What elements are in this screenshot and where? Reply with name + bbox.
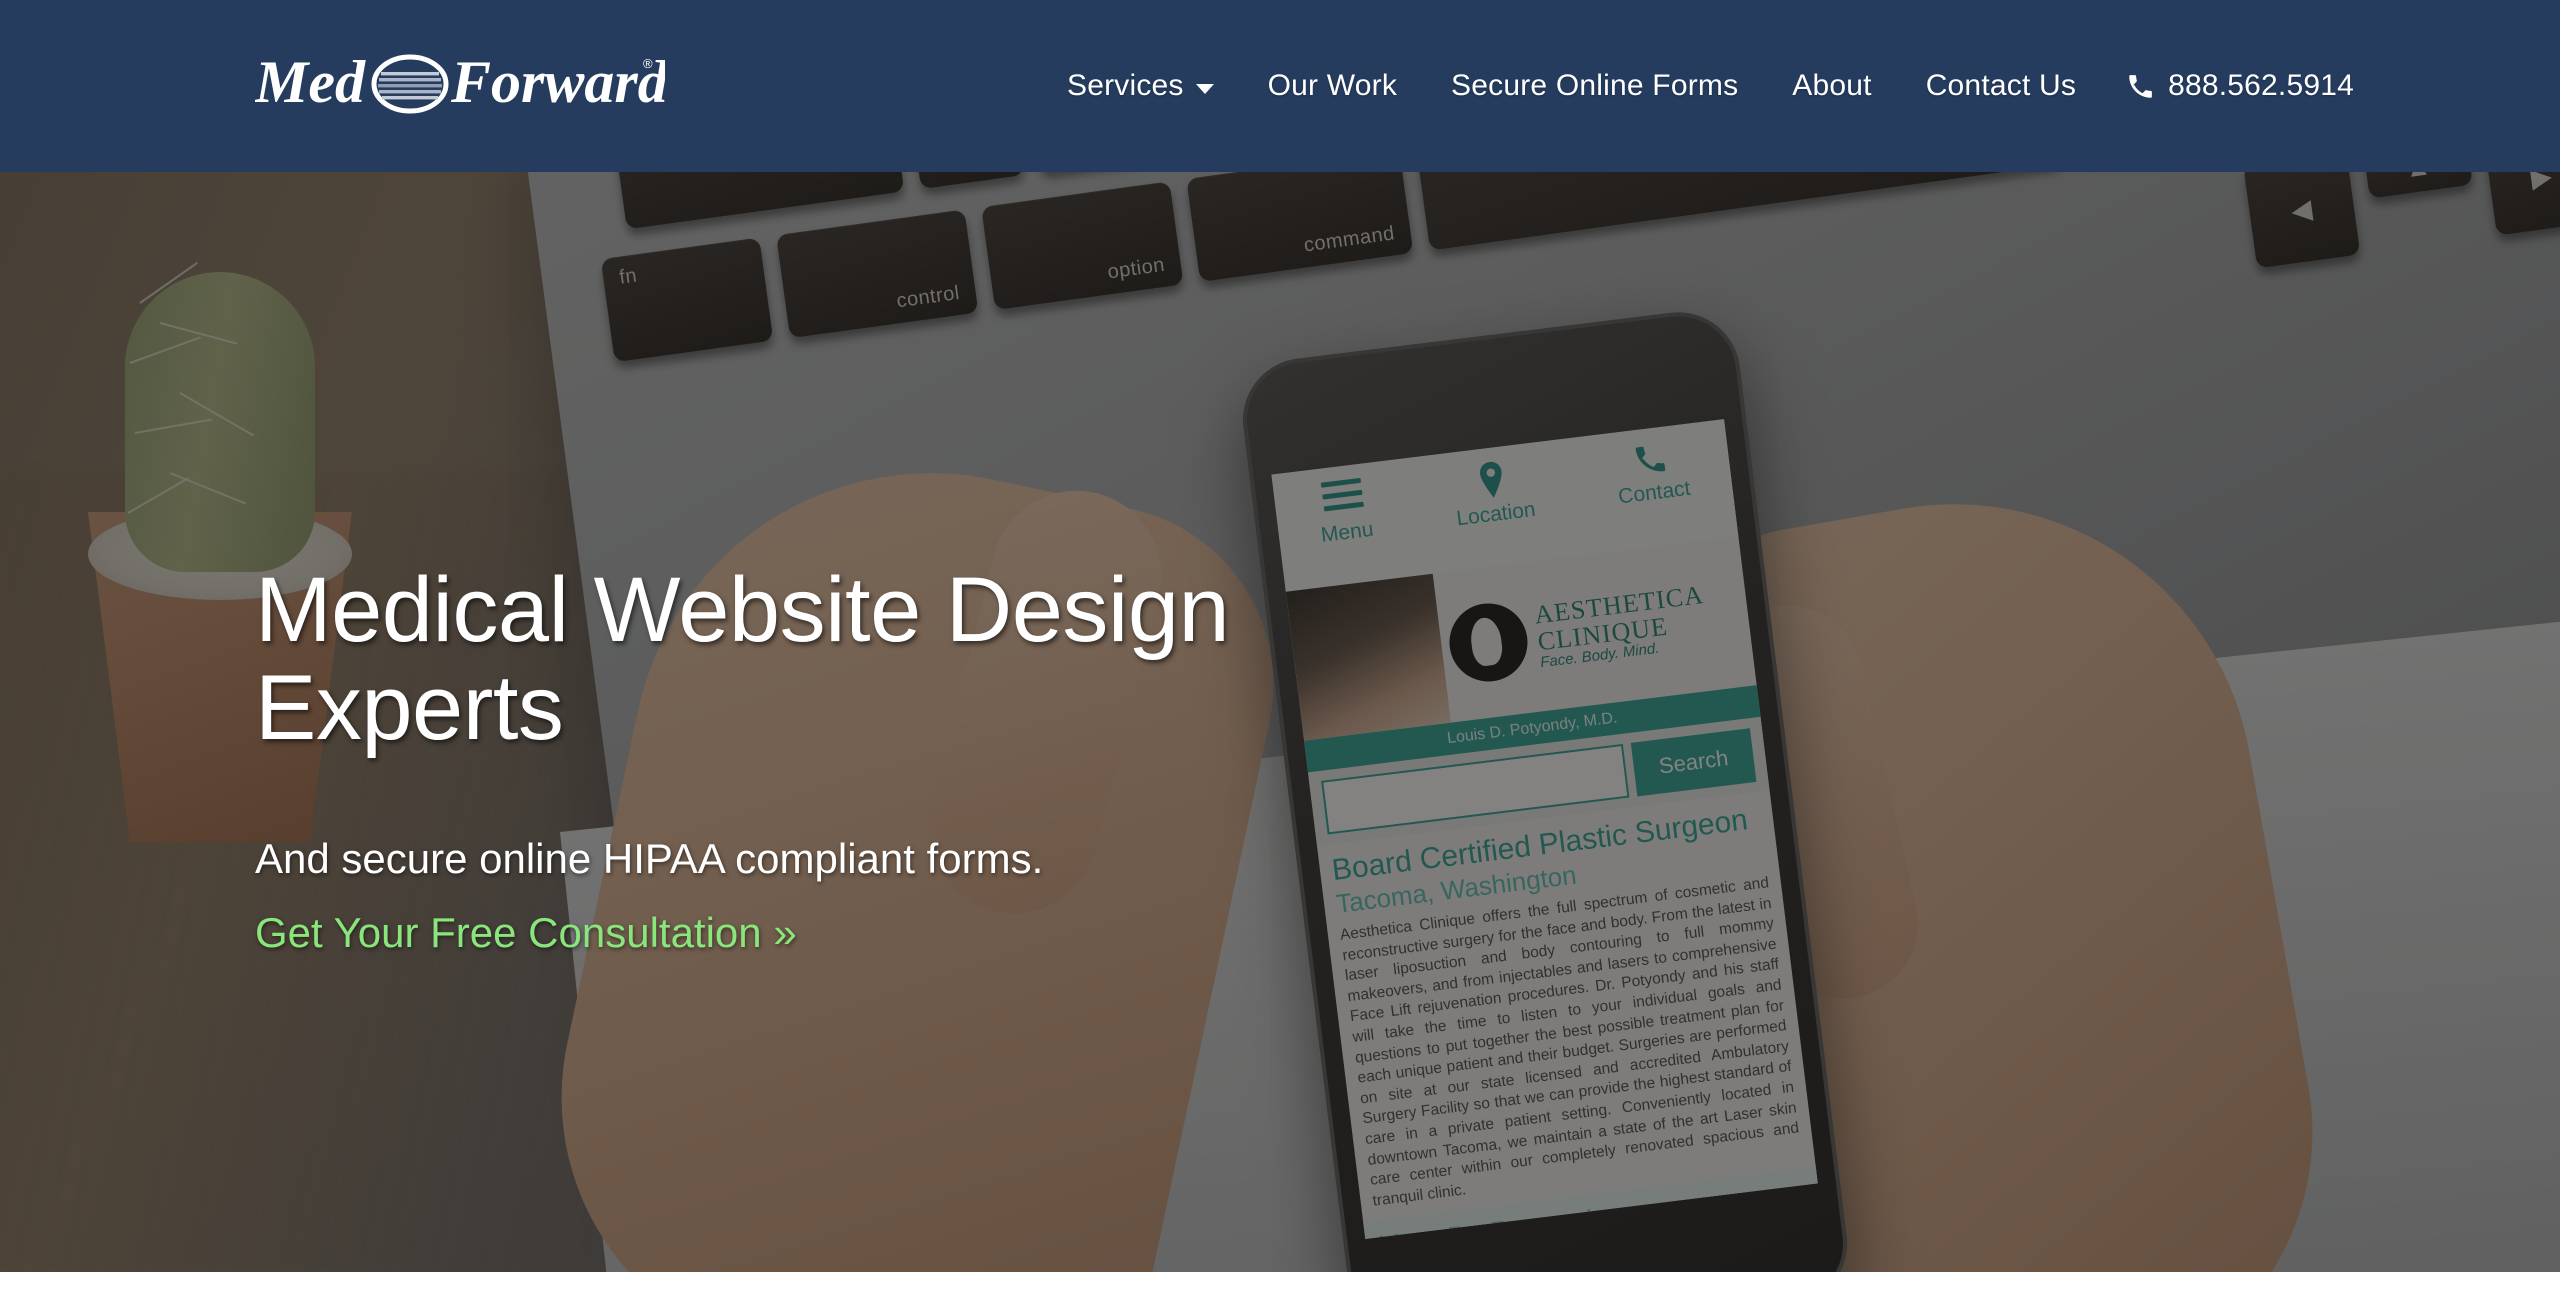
nav-item-contact-us[interactable]: Contact Us [1899, 69, 2103, 103]
nav-item-services[interactable]: Services [1040, 69, 1241, 103]
below-fold-area [0, 1272, 2560, 1305]
hero-section: shift Z X C V B N M <, >. ?/ shift fn co… [0, 172, 2560, 1272]
hero-copy: Medical Website Design Experts And secur… [255, 559, 1455, 957]
nav-item-secure-online-forms[interactable]: Secure Online Forms [1424, 69, 1765, 103]
nav-item-our-work[interactable]: Our Work [1241, 69, 1424, 103]
phone-number-label: 888.562.5914 [2168, 69, 2354, 102]
svg-text:Forward: Forward [450, 49, 665, 115]
nav-item-phone-number[interactable]: 888.562.5914 [2103, 69, 2381, 103]
svg-text:®: ® [643, 56, 653, 71]
nav-label-contact-us: Contact Us [1925, 69, 2077, 102]
hero-subtitle: And secure online HIPAA compliant forms. [255, 835, 1044, 883]
nav-label-our-work: Our Work [1267, 69, 1398, 102]
site-logo[interactable]: Med Forward ® [255, 44, 665, 124]
site-header: Med Forward ® Services Our Work Secure O… [0, 0, 2560, 172]
phone-icon [2129, 74, 2152, 98]
get-free-consultation-link[interactable]: Get Your Free Consultation » [255, 909, 797, 957]
nav-label-services: Services [1067, 69, 1184, 102]
nav-label-secure-online-forms: Secure Online Forms [1451, 69, 1739, 102]
nav-item-about[interactable]: About [1765, 69, 1898, 103]
medforward-eye-logo: Med Forward ® [255, 49, 665, 115]
chevron-down-icon [1195, 83, 1214, 94]
nav-label-about: About [1792, 69, 1872, 102]
page-title: Medical Website Design Experts [255, 559, 1230, 759]
svg-text:Med: Med [255, 49, 366, 115]
main-navigation: Services Our Work Secure Online Forms Ab… [1040, 0, 2381, 172]
